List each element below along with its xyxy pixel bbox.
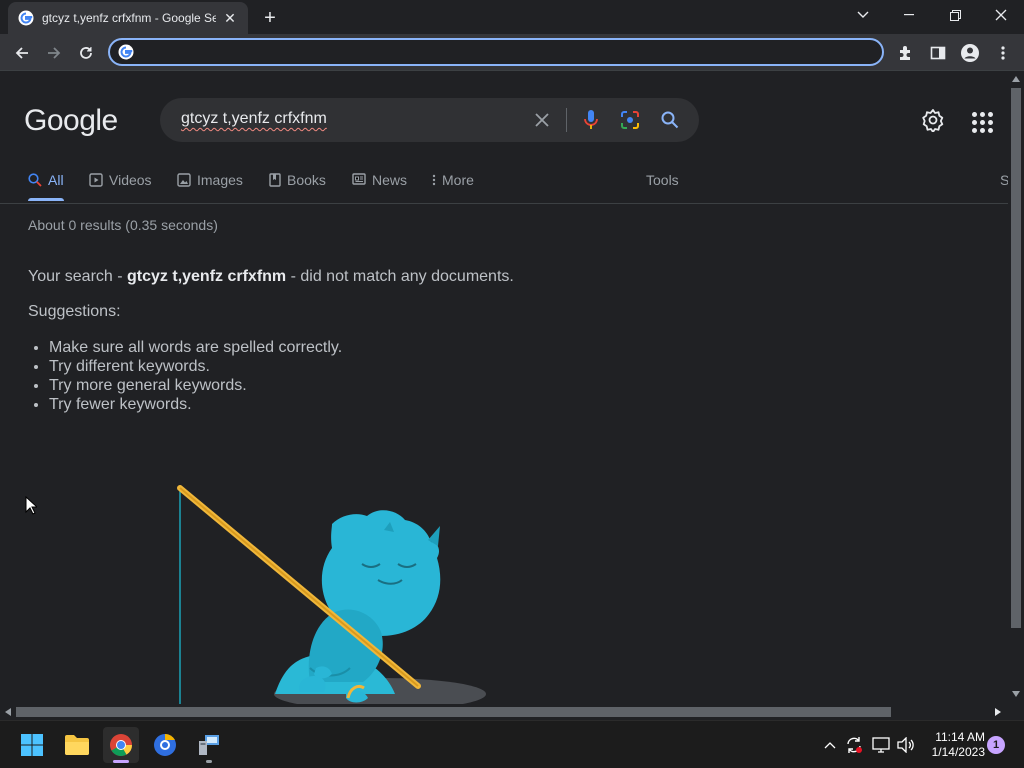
google-logo[interactable]: Google [24, 104, 118, 138]
restore-button[interactable] [932, 0, 978, 30]
search-query[interactable]: gtcyz t,yenfz crfxfnm [181, 110, 327, 128]
tab-title: gtcyz t,yenfz crfxfnm - Google Se [42, 11, 216, 25]
scroll-up-icon[interactable] [1012, 76, 1020, 82]
scroll-corner [1008, 704, 1024, 720]
tab-videos[interactable]: Videos [89, 172, 152, 202]
side-panel-icon [930, 46, 946, 60]
tools-button[interactable]: Tools [646, 172, 679, 202]
mouse-cursor-icon [25, 496, 37, 515]
vertical-scrollbar[interactable] [1008, 72, 1024, 704]
image-icon [177, 173, 191, 187]
search-icon[interactable] [658, 108, 682, 132]
forward-button[interactable] [40, 39, 68, 67]
tab-books[interactable]: Books [269, 172, 326, 202]
close-window-button[interactable] [978, 0, 1024, 30]
google-favicon-icon [18, 10, 34, 26]
extensions-button[interactable] [892, 39, 920, 67]
control-panel-button[interactable] [191, 727, 227, 763]
no-results-message: Your search - gtcyz t,yenfz crfxfnm - di… [28, 268, 514, 285]
vertical-scroll-thumb[interactable] [1011, 88, 1021, 628]
search-divider [566, 108, 567, 132]
search-tabs: All Videos Images Books News More Tools … [0, 168, 1008, 204]
google-icon [118, 44, 134, 60]
side-panel-button[interactable] [924, 39, 952, 67]
tab-close-icon[interactable]: ✕ [222, 10, 238, 26]
address-input[interactable] [142, 44, 882, 60]
suggestion-item: Try fewer keywords. [49, 395, 342, 414]
open-app-indicator [206, 760, 212, 763]
suggestions-list: Make sure all words are spelled correctl… [49, 338, 342, 414]
network-icon[interactable] [871, 735, 891, 755]
reload-icon [80, 47, 92, 59]
profile-icon [961, 44, 979, 62]
tab-strip: gtcyz t,yenfz crfxfnm - Google Se ✕ + [0, 0, 1024, 34]
suggestion-item: Make sure all words are spelled correctl… [49, 338, 342, 357]
new-tab-button[interactable]: + [258, 6, 282, 30]
result-stats: About 0 results (0.35 seconds) [28, 217, 218, 233]
clock-time: 11:14 AM [935, 730, 985, 744]
windows-taskbar: 11:14 AM 1/14/2023 1 [0, 720, 1024, 768]
active-app-indicator [113, 760, 129, 763]
google-apps-icon[interactable] [968, 108, 994, 134]
suggestion-item: Try different keywords. [49, 357, 342, 376]
arrow-left-icon [15, 47, 28, 59]
notification-badge[interactable]: 1 [987, 736, 1005, 754]
suggestion-item: Try more general keywords. [49, 376, 342, 395]
chevron-up-icon[interactable] [820, 735, 840, 755]
horizontal-scroll-thumb[interactable] [16, 707, 891, 717]
tab-all[interactable]: All [28, 172, 64, 202]
kebab-menu-icon [1001, 46, 1005, 60]
more-icon [432, 174, 436, 186]
fishing-monster-illustration [177, 485, 486, 704]
suggestions-title: Suggestions: [28, 303, 121, 320]
clock-date: 1/14/2023 [931, 745, 985, 759]
video-icon [89, 173, 103, 187]
address-bar[interactable] [108, 38, 884, 66]
sync-icon[interactable] [844, 735, 864, 755]
chrome-taskbar-button[interactable] [103, 727, 139, 763]
puzzle-icon [900, 46, 910, 60]
scroll-right-icon[interactable] [995, 708, 1001, 716]
tab-search-icon[interactable] [840, 0, 886, 30]
chrome-menu-button[interactable] [989, 39, 1017, 67]
volume-icon[interactable] [896, 735, 916, 755]
tab-images[interactable]: Images [177, 172, 243, 202]
google-lens-icon[interactable] [618, 108, 642, 132]
scroll-down-icon[interactable] [1012, 691, 1020, 697]
browser-app-icon [154, 733, 176, 756]
windows-logo-icon [21, 734, 43, 756]
book-icon [269, 173, 281, 187]
arrow-right-icon [48, 47, 61, 59]
control-panel-icon [199, 735, 219, 755]
folder-icon [65, 735, 89, 755]
clock[interactable]: 11:14 AM 1/14/2023 [925, 730, 985, 760]
tab-news[interactable]: News [352, 172, 407, 202]
horizontal-scrollbar[interactable] [0, 704, 1008, 720]
searched-query: gtcyz t,yenfz crfxfnm [127, 268, 287, 285]
browser-tab[interactable]: gtcyz t,yenfz crfxfnm - Google Se ✕ [8, 2, 248, 34]
back-button[interactable] [8, 39, 36, 67]
tab-more[interactable]: More [432, 172, 474, 202]
scroll-left-icon[interactable] [5, 708, 11, 716]
start-button[interactable] [14, 727, 50, 763]
minimize-button[interactable] [886, 0, 932, 30]
microphone-icon[interactable] [579, 108, 603, 132]
news-icon [352, 173, 366, 185]
chrome-icon [110, 734, 132, 756]
profile-button[interactable] [956, 39, 984, 67]
file-explorer-button[interactable] [59, 727, 95, 763]
reload-button[interactable] [72, 39, 100, 67]
settings-gear-icon[interactable] [921, 108, 947, 134]
clear-icon[interactable] [530, 108, 554, 132]
search-results-page: Google gtcyz t,yenfz crfxfnm All Videos [0, 72, 1008, 704]
browser-toolbar [0, 34, 1024, 71]
search-box[interactable]: gtcyz t,yenfz crfxfnm [160, 98, 699, 142]
search-icon [28, 173, 42, 187]
safesearch-label[interactable]: S [1000, 172, 1008, 202]
browser-app-button[interactable] [147, 727, 183, 763]
